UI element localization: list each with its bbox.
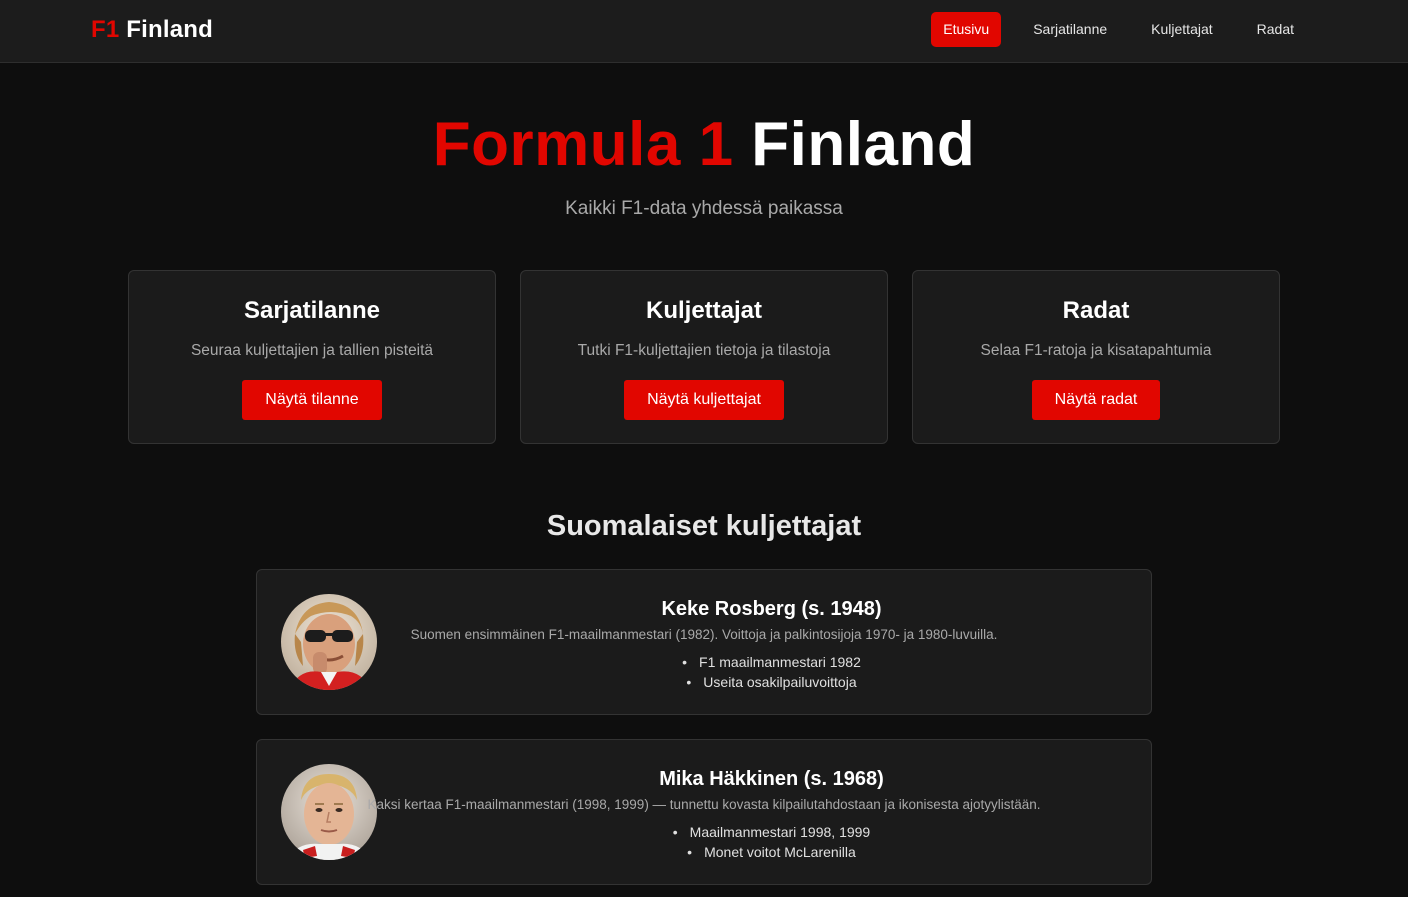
driver-card-keke-rosberg: Keke Rosberg (s. 1948) Suomen ensimmäine… [256, 569, 1152, 715]
nav-item-etusivu[interactable]: Etusivu [931, 12, 1002, 47]
card-title: Sarjatilanne [243, 297, 381, 324]
show-standings-button[interactable]: Näytä tilanne [242, 380, 382, 420]
driver-name: Keke Rosberg (s. 1948) [661, 598, 882, 620]
card-description: Selaa F1-ratoja ja kisatapahtumia [980, 342, 1212, 359]
hero-title: Formula 1 Finland [0, 110, 1408, 180]
driver-card-mika-hakkinen: Mika Häkkinen (s. 1968) Kaksi kertaa F1-… [256, 739, 1152, 885]
driver-info: Mika Häkkinen (s. 1968) Kaksi kertaa F1-… [367, 768, 1151, 862]
top-navigation-bar: F1 Finland Etusivu Sarjatilanne Kuljetta… [0, 0, 1408, 63]
nav-item-kuljettajat[interactable]: Kuljettajat [1131, 12, 1232, 47]
driver-name: Mika Häkkinen (s. 1968) [659, 768, 884, 790]
logo-prefix: F1 [91, 16, 120, 43]
feature-cards: Sarjatilanne Seuraa kuljettajien ja tall… [0, 270, 1408, 444]
site-logo[interactable]: F1 Finland [91, 16, 213, 44]
show-tracks-button[interactable]: Näytä radat [1031, 380, 1161, 420]
hero-section: Formula 1 Finland Kaikki F1-data yhdessä… [0, 110, 1408, 220]
driver-facts: Maailmanmestari 1998, 1999 Monet voitot … [392, 822, 1151, 862]
show-drivers-button[interactable]: Näytä kuljettajat [624, 380, 784, 420]
card-title: Kuljettajat [645, 297, 762, 324]
card-sarjatilanne: Sarjatilanne Seuraa kuljettajien ja tall… [128, 270, 496, 444]
hero-title-white: Finland [751, 110, 976, 179]
hero-subtitle: Kaikki F1-data yhdessä paikassa [565, 198, 843, 219]
driver-photo-keke [281, 594, 377, 690]
driver-photo-mika [281, 764, 377, 860]
main-nav: Etusivu Sarjatilanne Kuljettajat Radat [931, 12, 1314, 47]
driver-info: Keke Rosberg (s. 1948) Suomen ensimmäine… [392, 598, 1151, 692]
driver-description: Suomen ensimmäinen F1-maailmanmestari (1… [410, 627, 998, 642]
driver-avatar [281, 764, 377, 860]
card-title: Radat [1062, 297, 1130, 324]
logo-suffix: Finland [126, 16, 214, 43]
hero-title-red: Formula 1 [432, 110, 734, 179]
driver-fact: F1 maailmanmestari 1982 [392, 652, 1151, 672]
card-description: Seuraa kuljettajien ja tallien pisteitä [190, 342, 434, 359]
driver-fact: Monet voitot McLarenilla [392, 842, 1151, 862]
nav-item-sarjatilanne[interactable]: Sarjatilanne [1013, 12, 1127, 47]
driver-facts: F1 maailmanmestari 1982 Useita osakilpai… [392, 652, 1151, 692]
driver-description: Kaksi kertaa F1-maailmanmestari (1998, 1… [367, 797, 1041, 812]
nav-item-radat[interactable]: Radat [1237, 12, 1314, 47]
card-radat: Radat Selaa F1-ratoja ja kisatapahtumia … [912, 270, 1280, 444]
card-description: Tutki F1-kuljettajien tietoja ja tilasto… [577, 342, 831, 359]
finnish-drivers-title: Suomalaiset kuljettajat [546, 510, 862, 542]
driver-avatar [281, 594, 377, 690]
driver-fact: Maailmanmestari 1998, 1999 [392, 822, 1151, 842]
driver-fact: Useita osakilpailuvoittoja [392, 672, 1151, 692]
card-kuljettajat: Kuljettajat Tutki F1-kuljettajien tietoj… [520, 270, 888, 444]
